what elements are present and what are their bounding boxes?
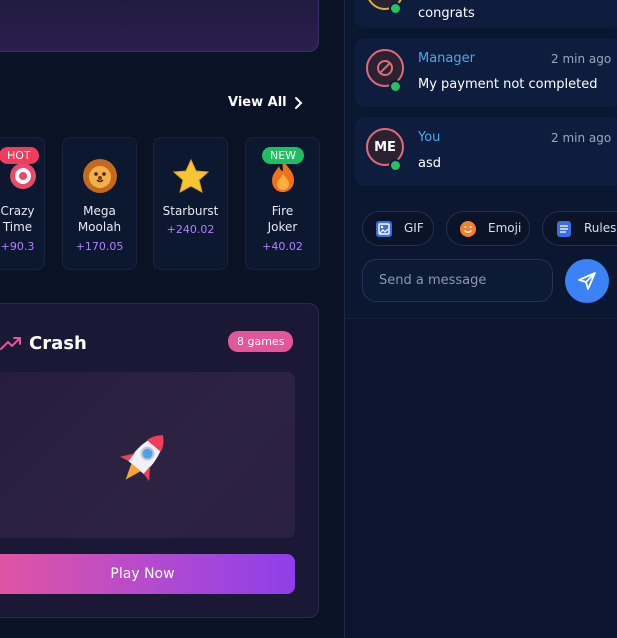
message-text: congrats — [418, 6, 475, 21]
lion-icon — [63, 158, 136, 201]
crash-preview[interactable] — [0, 372, 295, 538]
chat-message: Manager 2 min ago My payment not complet… — [355, 38, 617, 107]
game-name: Mega Moolah — [63, 203, 136, 235]
game-card-fire-joker[interactable]: NEW Fire Joker +40.02 — [245, 137, 320, 270]
smile-icon — [460, 221, 476, 237]
game-name: Starburst — [154, 203, 227, 219]
game-card-starburst[interactable]: Starburst +240.02 — [153, 137, 228, 270]
chat-message: congrats — [355, 0, 617, 28]
online-indicator — [389, 2, 402, 15]
games-count-badge: 8 games — [228, 331, 294, 352]
message-user[interactable]: Manager — [418, 51, 475, 66]
chevron-right-icon — [295, 97, 303, 109]
crash-title: Crash — [29, 333, 87, 354]
message-text: My payment not completed — [418, 77, 598, 92]
online-indicator — [389, 159, 402, 172]
game-name: Crazy Time — [0, 203, 44, 235]
game-card-crazy-time[interactable]: HOT Crazy Time +90.3 — [0, 137, 45, 270]
view-all-link[interactable]: View All — [228, 95, 303, 110]
message-text: asd — [418, 156, 441, 171]
game-name-line1: Crazy — [0, 204, 35, 218]
image-icon — [376, 221, 392, 237]
chat-message: ME You 2 min ago asd — [355, 117, 617, 186]
chat-empty-area — [345, 318, 617, 638]
send-icon — [578, 272, 596, 290]
hot-badge: HOT — [0, 147, 39, 164]
view-all-label: View All — [228, 95, 287, 110]
game-name-line2: Joker — [267, 220, 298, 234]
avatar-initials: ME — [374, 140, 396, 155]
game-name-line2: Time — [2, 220, 33, 234]
games-panel: View All HOT Crazy Time +90.3 Mega Moola… — [0, 0, 344, 638]
game-amount: +90.3 — [0, 240, 35, 253]
rules-label: Rules — [584, 221, 617, 235]
rocket-icon — [120, 435, 164, 482]
rules-button[interactable]: Rules — [542, 211, 617, 246]
message-time: 2 min ago — [551, 52, 612, 66]
game-name-line1: Mega — [83, 204, 116, 218]
target-icon — [1, 158, 44, 198]
document-icon — [557, 221, 571, 237]
send-button[interactable] — [565, 259, 609, 303]
game-card-mega-moolah[interactable]: Mega Moolah +170.05 — [62, 137, 137, 270]
new-badge: NEW — [262, 147, 305, 164]
gif-button[interactable]: GIF — [362, 211, 434, 246]
game-name-line2: Moolah — [77, 220, 122, 234]
play-now-button[interactable]: Play Now — [0, 554, 295, 594]
message-time: 2 min ago — [551, 131, 612, 145]
trending-up-icon — [0, 337, 21, 350]
game-amount: +170.05 — [75, 240, 124, 253]
emoji-label: Emoji — [488, 221, 522, 235]
game-name-line1: Starburst — [162, 204, 219, 218]
game-amount: +40.02 — [262, 240, 303, 253]
message-input[interactable]: Send a message — [362, 259, 553, 302]
game-amount: +240.02 — [166, 223, 215, 236]
message-user[interactable]: You — [418, 130, 440, 145]
chat-panel: congrats Manager 2 min ago My payment no… — [344, 0, 617, 638]
fire-icon — [246, 158, 319, 201]
featured-banner[interactable] — [0, 0, 319, 52]
star-icon — [154, 158, 227, 201]
emoji-button[interactable]: Emoji — [446, 211, 530, 246]
game-name: Fire Joker — [246, 203, 319, 235]
online-indicator — [389, 80, 402, 93]
gif-label: GIF — [404, 221, 424, 235]
game-name-line1: Fire — [271, 204, 294, 218]
